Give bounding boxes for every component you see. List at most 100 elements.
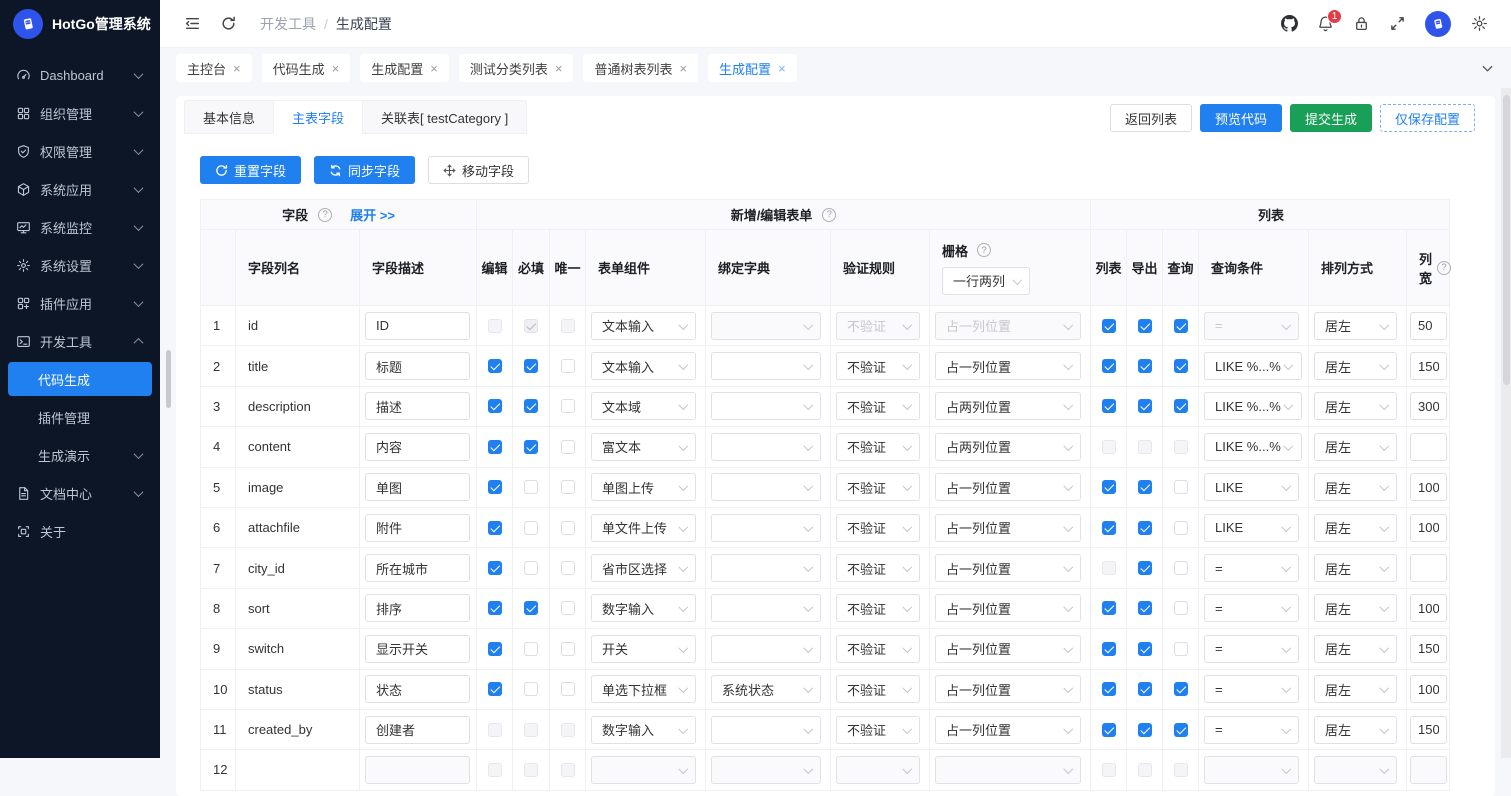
grid-select[interactable]: 占两列位置 bbox=[935, 392, 1081, 420]
list-checkbox[interactable] bbox=[1102, 682, 1116, 696]
edit-checkbox[interactable] bbox=[488, 601, 502, 615]
export-checkbox[interactable] bbox=[1138, 480, 1152, 494]
width-input[interactable] bbox=[1410, 514, 1447, 542]
user-avatar[interactable] bbox=[1425, 11, 1451, 37]
preview-code-button[interactable]: 预览代码 bbox=[1200, 104, 1282, 132]
page-tab-0[interactable]: 主控台× bbox=[176, 54, 252, 82]
width-input[interactable] bbox=[1410, 352, 1447, 380]
dict-select[interactable] bbox=[711, 594, 821, 622]
grid-select[interactable]: 占一列位置 bbox=[935, 554, 1081, 582]
export-checkbox[interactable] bbox=[1138, 601, 1152, 615]
validate-select[interactable]: 不验证 bbox=[836, 716, 920, 744]
page-tab-3[interactable]: 测试分类列表× bbox=[459, 54, 574, 82]
unique-checkbox[interactable] bbox=[561, 561, 575, 575]
width-input[interactable] bbox=[1410, 554, 1447, 582]
list-checkbox[interactable] bbox=[1102, 642, 1116, 656]
component-select[interactable]: 省市区选择 bbox=[591, 554, 696, 582]
component-select[interactable]: 文本输入 bbox=[591, 312, 696, 340]
tab-main-fields[interactable]: 主表字段 bbox=[273, 100, 362, 134]
grid-select[interactable]: 占两列位置 bbox=[935, 433, 1081, 461]
query-checkbox[interactable] bbox=[1174, 723, 1188, 737]
close-icon[interactable]: × bbox=[555, 61, 563, 76]
required-checkbox[interactable] bbox=[524, 399, 538, 413]
sidebar-item-plugin-manage[interactable]: 插件管理 bbox=[0, 398, 160, 436]
dict-select[interactable] bbox=[711, 514, 821, 542]
export-checkbox[interactable] bbox=[1138, 359, 1152, 373]
edit-checkbox[interactable] bbox=[488, 440, 502, 454]
lock-icon[interactable] bbox=[1352, 15, 1370, 33]
sidebar-item-dashboard[interactable]: Dashboard bbox=[0, 56, 160, 94]
export-checkbox[interactable] bbox=[1138, 319, 1152, 333]
back-to-list-button[interactable]: 返回列表 bbox=[1110, 104, 1192, 132]
page-tab-5[interactable]: 生成配置× bbox=[708, 54, 797, 82]
query-checkbox[interactable] bbox=[1174, 480, 1188, 494]
dict-select[interactable] bbox=[711, 433, 821, 461]
close-icon[interactable]: × bbox=[778, 61, 786, 76]
validate-select[interactable]: 不验证 bbox=[836, 473, 920, 501]
component-select[interactable]: 富文本 bbox=[591, 433, 696, 461]
validate-select[interactable]: 不验证 bbox=[836, 594, 920, 622]
validate-select[interactable]: 不验证 bbox=[836, 433, 920, 461]
sidebar-item-doc-center[interactable]: 文档中心 bbox=[0, 474, 160, 512]
grid-select[interactable]: 占一列位置 bbox=[935, 473, 1081, 501]
query-checkbox[interactable] bbox=[1174, 682, 1188, 696]
align-select[interactable]: 居左 bbox=[1314, 594, 1397, 622]
component-select[interactable]: 文本输入 bbox=[591, 352, 696, 380]
width-input[interactable] bbox=[1410, 312, 1447, 340]
edit-checkbox[interactable] bbox=[488, 521, 502, 535]
sidebar-item-sys-setting[interactable]: 系统设置 bbox=[0, 246, 160, 284]
sync-fields-button[interactable]: 同步字段 bbox=[314, 156, 415, 184]
dict-select[interactable] bbox=[711, 473, 821, 501]
field-desc-input[interactable] bbox=[365, 392, 470, 420]
list-checkbox[interactable] bbox=[1102, 399, 1116, 413]
align-select[interactable]: 居左 bbox=[1314, 635, 1397, 663]
field-desc-input[interactable] bbox=[365, 312, 470, 340]
page-tab-2[interactable]: 生成配置× bbox=[360, 54, 449, 82]
field-desc-input[interactable] bbox=[365, 716, 470, 744]
align-select[interactable]: 居左 bbox=[1314, 716, 1397, 744]
field-desc-input[interactable] bbox=[365, 675, 470, 703]
notification-bell-icon[interactable]: 1 bbox=[1316, 15, 1334, 33]
export-checkbox[interactable] bbox=[1138, 561, 1152, 575]
grid-select[interactable]: 占一列位置 bbox=[935, 514, 1081, 542]
help-icon[interactable]: ? bbox=[1437, 261, 1451, 275]
required-checkbox[interactable] bbox=[524, 521, 538, 535]
component-select[interactable]: 数字输入 bbox=[591, 716, 696, 744]
component-select[interactable]: 数字输入 bbox=[591, 594, 696, 622]
app-logo[interactable]: HotGo管理系统 bbox=[0, 0, 160, 48]
reset-fields-button[interactable]: 重置字段 bbox=[200, 156, 301, 184]
component-select[interactable]: 单选下拉框 bbox=[591, 675, 696, 703]
export-checkbox[interactable] bbox=[1138, 521, 1152, 535]
close-icon[interactable]: × bbox=[430, 61, 438, 76]
align-select[interactable]: 居左 bbox=[1314, 312, 1397, 340]
align-select[interactable]: 居左 bbox=[1314, 473, 1397, 501]
export-checkbox[interactable] bbox=[1138, 682, 1152, 696]
grid-select[interactable]: 占一列位置 bbox=[935, 594, 1081, 622]
query-checkbox[interactable] bbox=[1174, 601, 1188, 615]
unique-checkbox[interactable] bbox=[561, 399, 575, 413]
query-cond-select[interactable]: = bbox=[1204, 594, 1299, 622]
query-checkbox[interactable] bbox=[1174, 642, 1188, 656]
query-cond-select[interactable]: LIKE %...% bbox=[1204, 392, 1302, 420]
collapse-menu-icon[interactable] bbox=[183, 15, 201, 33]
dict-select[interactable] bbox=[711, 635, 821, 663]
tabbar-chevron-down-icon[interactable] bbox=[1480, 61, 1495, 76]
sidebar-item-org[interactable]: 组织管理 bbox=[0, 94, 160, 132]
export-checkbox[interactable] bbox=[1138, 723, 1152, 737]
query-cond-select[interactable]: = bbox=[1204, 635, 1299, 663]
edit-checkbox[interactable] bbox=[488, 682, 502, 696]
field-desc-input[interactable] bbox=[365, 594, 470, 622]
width-input[interactable] bbox=[1410, 716, 1447, 744]
query-checkbox[interactable] bbox=[1174, 319, 1188, 333]
help-icon[interactable]: ? bbox=[977, 243, 991, 257]
list-checkbox[interactable] bbox=[1102, 480, 1116, 494]
query-checkbox[interactable] bbox=[1174, 399, 1188, 413]
breadcrumb-section[interactable]: 开发工具 bbox=[260, 14, 316, 34]
query-checkbox[interactable] bbox=[1174, 521, 1188, 535]
list-checkbox[interactable] bbox=[1102, 601, 1116, 615]
edit-checkbox[interactable] bbox=[488, 642, 502, 656]
field-desc-input[interactable] bbox=[365, 433, 470, 461]
dict-select[interactable] bbox=[711, 392, 821, 420]
required-checkbox[interactable] bbox=[524, 642, 538, 656]
content-scrollbar-thumb[interactable] bbox=[166, 350, 171, 408]
